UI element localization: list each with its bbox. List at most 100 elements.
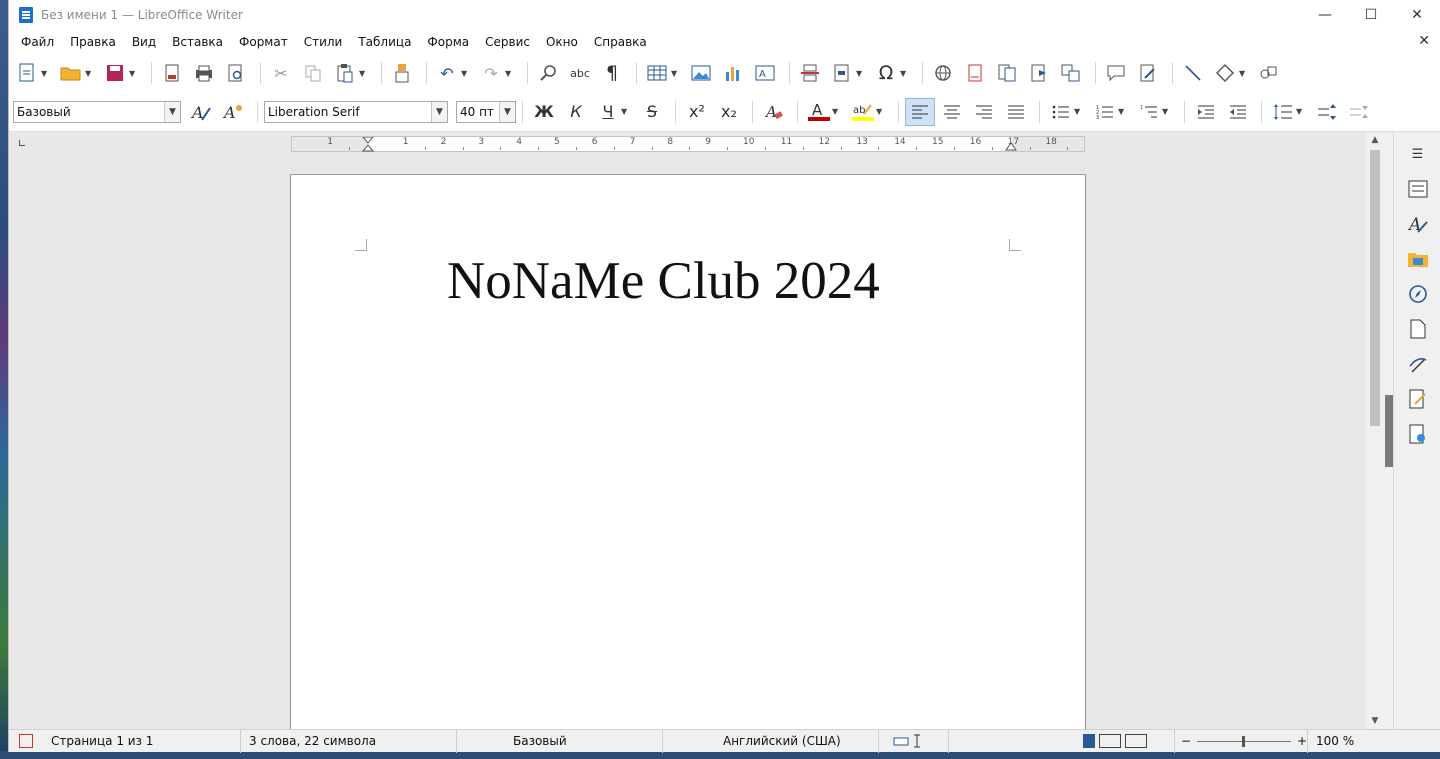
save-icon[interactable] [101, 59, 129, 87]
redo-icon[interactable]: ↷ [477, 59, 505, 87]
horizontal-ruler[interactable]: 1 1 2 3 4 5 6 7 8 9 10 11 12 13 14 15 16 17 18 [291, 136, 1085, 152]
scroll-down-icon[interactable]: ▼ [1366, 713, 1384, 729]
vertical-scrollbar[interactable]: ▲ ▼ [1366, 132, 1384, 729]
close-button[interactable]: ✕ [1394, 0, 1440, 30]
justify-icon[interactable] [1001, 98, 1031, 126]
superscript-button[interactable]: x² [682, 98, 712, 126]
bookmark-icon[interactable] [1025, 59, 1053, 87]
endnote-icon[interactable] [993, 59, 1021, 87]
bold-button[interactable]: Ж [529, 98, 559, 126]
unordered-list-dropdown-icon[interactable]: ▼ [1074, 107, 1084, 116]
menu-file[interactable]: Файл [13, 33, 62, 51]
document-text[interactable]: NoNaMe Club 2024 [447, 251, 880, 311]
update-style-icon[interactable]: A [187, 98, 215, 126]
cross-reference-icon[interactable] [1057, 59, 1085, 87]
align-center-icon[interactable] [937, 98, 967, 126]
track-changes-icon[interactable] [1134, 59, 1162, 87]
new-style-icon[interactable]: A [219, 98, 247, 126]
menu-help[interactable]: Справка [586, 33, 655, 51]
save-dropdown-icon[interactable]: ▼ [129, 69, 139, 78]
draw-functions-icon[interactable] [1255, 59, 1283, 87]
paragraph-style-combo[interactable]: Базовый ▼ [13, 100, 181, 123]
style-inspector-icon[interactable] [1405, 351, 1431, 377]
cut-icon[interactable]: ✂ [267, 59, 295, 87]
basic-shapes-icon[interactable] [1211, 59, 1239, 87]
insert-field-icon[interactable] [828, 59, 856, 87]
font-name-combo[interactable]: Liberation Serif ▼ [264, 100, 448, 123]
new-dropdown-icon[interactable]: ▼ [41, 69, 51, 78]
ordered-list-dropdown-icon[interactable]: ▼ [1118, 107, 1128, 116]
special-char-dropdown-icon[interactable]: ▼ [900, 69, 910, 78]
font-size-combo[interactable]: 40 пт ▼ [456, 100, 516, 123]
highlight-dropdown-icon[interactable]: ▼ [876, 107, 886, 116]
menu-insert[interactable]: Вставка [164, 33, 231, 51]
insert-textbox-icon[interactable]: A [751, 59, 779, 87]
document-page[interactable]: NoNaMe Club 2024 [290, 174, 1086, 734]
increase-paragraph-spacing-icon[interactable] [1312, 98, 1342, 126]
find-replace-icon[interactable] [534, 59, 562, 87]
right-indent-marker-icon[interactable] [1005, 139, 1017, 151]
paste-dropdown-icon[interactable]: ▼ [359, 69, 369, 78]
formatting-marks-icon[interactable]: ¶ [598, 59, 626, 87]
open-folder-icon[interactable] [57, 59, 85, 87]
outline-list-icon[interactable]: 1 [1134, 98, 1164, 126]
insert-mode-icon[interactable] [879, 729, 949, 753]
close-document-button[interactable]: ✕ [1418, 33, 1430, 49]
zoom-level[interactable]: 100 % [1307, 729, 1357, 753]
word-count[interactable]: 3 слова, 22 символа [241, 729, 457, 753]
indent-marker-icon[interactable] [362, 137, 374, 152]
decrease-paragraph-spacing-icon[interactable] [1344, 98, 1374, 126]
menu-window[interactable]: Окно [538, 33, 586, 51]
undo-dropdown-icon[interactable]: ▼ [461, 69, 471, 78]
document-modified-icon[interactable] [9, 730, 43, 753]
zoom-slider[interactable] [1197, 735, 1291, 747]
tab-stop-selector[interactable] [19, 140, 25, 146]
minimize-button[interactable]: — [1302, 0, 1348, 30]
single-page-view-icon[interactable] [1083, 734, 1095, 748]
decrease-indent-icon[interactable] [1223, 98, 1253, 126]
styles-icon[interactable]: A [1405, 211, 1431, 237]
menu-form[interactable]: Форма [419, 33, 477, 51]
clone-formatting-icon[interactable] [388, 59, 416, 87]
subscript-button[interactable]: x₂ [714, 98, 744, 126]
special-character-icon[interactable]: Ω [872, 59, 900, 87]
zoom-out-button[interactable]: − [1181, 734, 1191, 748]
insert-chart-icon[interactable] [719, 59, 747, 87]
page-break-icon[interactable] [796, 59, 824, 87]
zoom-in-button[interactable]: + [1297, 734, 1307, 748]
multi-page-view-icon[interactable] [1099, 734, 1121, 748]
ordered-list-icon[interactable]: 123 [1090, 98, 1120, 126]
align-right-icon[interactable] [969, 98, 999, 126]
outline-dropdown-icon[interactable]: ▼ [1162, 107, 1172, 116]
open-dropdown-icon[interactable]: ▼ [85, 69, 95, 78]
undo-icon[interactable]: ↶ [433, 59, 461, 87]
paste-icon[interactable] [331, 59, 359, 87]
scroll-thumb[interactable] [1370, 150, 1380, 426]
underline-dropdown-icon[interactable]: ▼ [621, 107, 631, 116]
insert-table-icon[interactable] [643, 59, 671, 87]
line-spacing-icon[interactable] [1268, 98, 1298, 126]
navigator-icon[interactable] [1405, 281, 1431, 307]
sidebar-collapse-handle[interactable] [1385, 395, 1393, 467]
gallery-icon[interactable] [1405, 246, 1431, 272]
hyperlink-icon[interactable] [929, 59, 957, 87]
selection-mode[interactable] [949, 730, 1079, 753]
print-preview-icon[interactable] [222, 59, 250, 87]
copy-icon[interactable] [299, 59, 327, 87]
redo-dropdown-icon[interactable]: ▼ [505, 69, 515, 78]
italic-button[interactable]: К [561, 98, 591, 126]
book-view-icon[interactable] [1125, 734, 1147, 748]
shapes-dropdown-icon[interactable]: ▼ [1239, 69, 1249, 78]
zoom-knob[interactable] [1242, 735, 1246, 747]
chevron-down-icon[interactable]: ▼ [499, 101, 515, 122]
insert-line-icon[interactable] [1179, 59, 1207, 87]
increase-indent-icon[interactable] [1191, 98, 1221, 126]
unordered-list-icon[interactable] [1046, 98, 1076, 126]
menu-table[interactable]: Таблица [350, 33, 419, 51]
clear-formatting-icon[interactable]: A [759, 98, 789, 126]
table-dropdown-icon[interactable]: ▼ [671, 69, 681, 78]
page-icon[interactable] [1405, 316, 1431, 342]
menu-tools[interactable]: Сервис [477, 33, 538, 51]
line-spacing-dropdown-icon[interactable]: ▼ [1296, 107, 1306, 116]
scroll-up-icon[interactable]: ▲ [1366, 132, 1384, 148]
